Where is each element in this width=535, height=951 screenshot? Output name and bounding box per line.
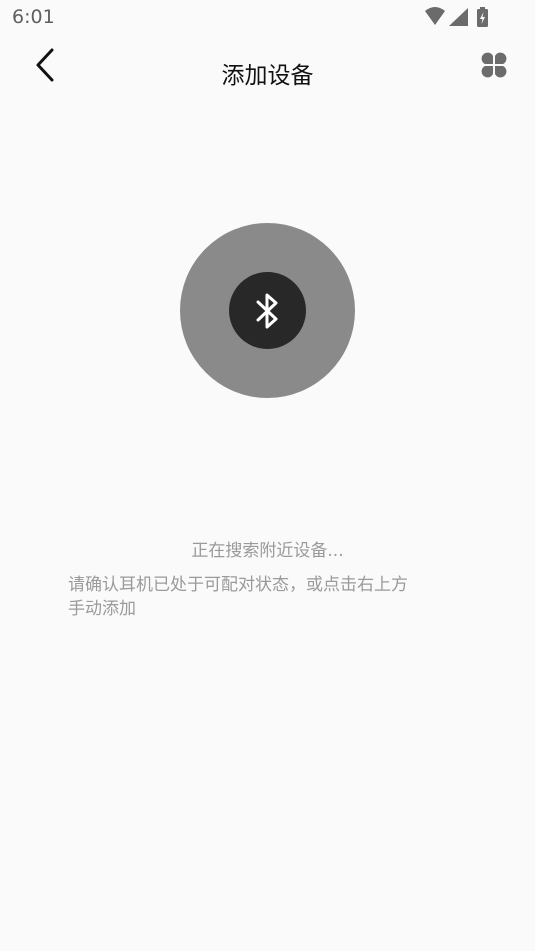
bluetooth-icon-circle	[229, 272, 306, 349]
bluetooth-search-indicator	[180, 223, 355, 398]
cellular-signal-icon	[449, 8, 468, 26]
search-status-text: 正在搜索附近设备...	[191, 541, 344, 561]
pairing-hint-text: 请确认耳机已处于可配对状态，或点击右上方 手动添加	[68, 575, 408, 619]
bluetooth-icon	[256, 293, 278, 329]
battery-charging-icon	[477, 7, 488, 27]
toolbar: 添加设备	[0, 36, 535, 106]
status-time: 6:01	[12, 6, 55, 28]
wifi-icon	[425, 7, 445, 25]
status-bar: 6:01	[0, 0, 535, 36]
more-menu-button[interactable]	[479, 50, 509, 80]
add-device-screen: 6:01 添加设备 正在搜索附近设备... 请确认耳机已处于可配对状态，或点击右…	[0, 0, 535, 951]
status-icons	[425, 7, 495, 29]
status-icons-svg	[425, 7, 488, 27]
four-petal-grid-icon	[481, 52, 507, 78]
page-title: 添加设备	[221, 63, 314, 89]
